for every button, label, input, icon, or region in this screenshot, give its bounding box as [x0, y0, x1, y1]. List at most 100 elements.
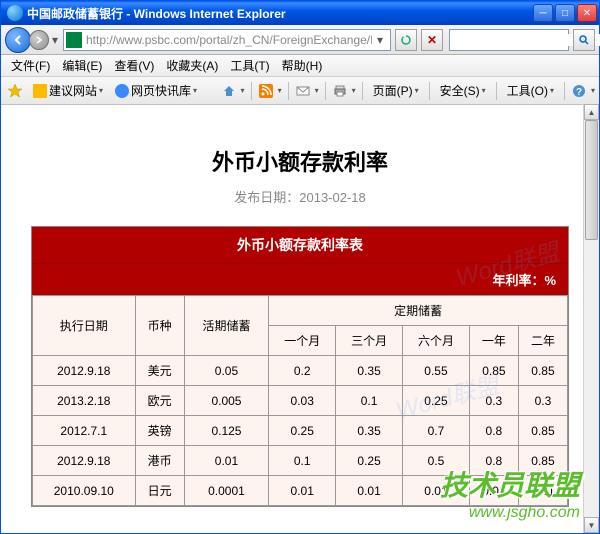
suggested-sites-link[interactable]: 建议网站 ▾	[29, 80, 107, 101]
safety-menu[interactable]: 安全(S) ▾	[436, 80, 490, 101]
table-cell: 0.125	[184, 416, 269, 446]
table-cell: 日元	[135, 476, 184, 506]
table-cell: 0.55	[403, 356, 470, 386]
rss-icon	[259, 84, 273, 98]
table-cell: 0.25	[269, 416, 336, 446]
table-cell: 0.05	[184, 356, 269, 386]
table-cell: 0.35	[336, 416, 403, 446]
table-cell: 美元	[135, 356, 184, 386]
refresh-button[interactable]	[395, 29, 417, 51]
home-button[interactable]	[221, 83, 237, 99]
url-input[interactable]	[86, 33, 372, 47]
table-cell: 港币	[135, 446, 184, 476]
web-slices-link[interactable]: 网页快讯库 ▾	[111, 80, 201, 101]
menu-file[interactable]: 文件(F)	[5, 55, 56, 76]
table-cell: 2012.9.18	[33, 356, 136, 386]
menu-tools[interactable]: 工具(T)	[224, 55, 275, 76]
menu-bar: 文件(F) 编辑(E) 查看(V) 收藏夹(A) 工具(T) 帮助(H)	[1, 55, 599, 77]
stop-icon: ✕	[427, 33, 437, 47]
arrow-left-icon	[12, 34, 24, 46]
help-icon: ?	[572, 84, 586, 98]
print-dropdown[interactable]: ▾	[352, 86, 356, 95]
footer-title: 技术员联盟	[440, 464, 580, 504]
table-cell: 0.7	[403, 416, 470, 446]
table-cell: 0.1	[269, 446, 336, 476]
table-cell: 0.85	[518, 416, 567, 446]
tools-menu-label: 工具(O)	[507, 82, 548, 99]
home-icon	[222, 84, 236, 98]
window-title: 中国邮政储蓄银行 - Windows Internet Explorer	[27, 5, 533, 22]
close-button[interactable]: ✕	[577, 4, 597, 22]
menu-view[interactable]: 查看(V)	[108, 55, 160, 76]
mail-button[interactable]	[295, 83, 311, 99]
favorites-toolbar: 建议网站 ▾ 网页快讯库 ▾ ▾ ▾ ▾ ▾ 页面(P) ▾	[1, 77, 599, 105]
scroll-down-button[interactable]: ▼	[584, 517, 599, 533]
table-cell: 0.85	[469, 356, 518, 386]
chevron-down-icon: ▾	[415, 86, 419, 95]
page-menu[interactable]: 页面(P) ▾	[369, 80, 423, 101]
star-icon	[7, 83, 23, 99]
scroll-thumb[interactable]	[585, 120, 598, 240]
table-cell: 0.25	[403, 386, 470, 416]
scroll-up-button[interactable]: ▲	[584, 104, 599, 120]
search-button[interactable]	[573, 29, 595, 51]
table-cell: 2012.9.18	[33, 446, 136, 476]
chevron-down-icon: ▾	[99, 86, 103, 95]
th-fixed: 定期储蓄	[269, 296, 568, 326]
table-cell: 0.25	[336, 446, 403, 476]
table-cell: 0.01	[184, 446, 269, 476]
table-cell: 0.3	[469, 386, 518, 416]
page-title: 外币小额存款利率	[31, 145, 569, 177]
url-field-container[interactable]: ▾	[63, 29, 391, 51]
minimize-button[interactable]: ─	[533, 4, 553, 22]
ie-icon	[7, 5, 23, 21]
table-cell: 0.01	[269, 476, 336, 506]
th-y2: 二年	[518, 326, 567, 356]
help-dropdown[interactable]: ▾	[591, 86, 595, 95]
th-y1: 一年	[469, 326, 518, 356]
table-cell: 0.2	[269, 356, 336, 386]
table-unit: 年利率：%	[32, 263, 568, 295]
table-cell: 0.3	[518, 386, 567, 416]
forward-button[interactable]	[29, 30, 49, 50]
web-slices-label: 网页快讯库	[131, 82, 191, 99]
home-dropdown[interactable]: ▾	[241, 86, 245, 95]
ie-small-icon	[115, 84, 129, 98]
menu-favorites[interactable]: 收藏夹(A)	[160, 55, 224, 76]
url-dropdown[interactable]: ▾	[372, 33, 388, 47]
mail-icon	[296, 84, 310, 98]
chevron-down-icon: ▾	[193, 86, 197, 95]
maximize-button[interactable]: □	[555, 4, 575, 22]
menu-edit[interactable]: 编辑(E)	[56, 55, 108, 76]
tools-menu[interactable]: 工具(O) ▾	[503, 80, 558, 101]
site-favicon	[66, 32, 82, 48]
table-cell: 0.8	[469, 416, 518, 446]
vertical-scrollbar[interactable]: ▲ ▼	[583, 104, 599, 533]
nav-history-dropdown[interactable]: ▾	[49, 30, 61, 50]
table-cell: 英镑	[135, 416, 184, 446]
ie-window: 中国邮政储蓄银行 - Windows Internet Explorer ─ □…	[0, 0, 600, 534]
print-button[interactable]	[332, 83, 348, 99]
th-m6: 六个月	[403, 326, 470, 356]
suggested-sites-label: 建议网站	[49, 82, 97, 99]
table-cell: 0.85	[518, 356, 567, 386]
chevron-down-icon: ▾	[550, 86, 554, 95]
table-cell: 0.01	[336, 476, 403, 506]
mail-dropdown[interactable]: ▾	[315, 86, 319, 95]
chevron-down-icon: ▾	[482, 86, 486, 95]
favorites-button[interactable]	[5, 81, 25, 101]
menu-help[interactable]: 帮助(H)	[276, 55, 329, 76]
back-button[interactable]	[5, 27, 31, 53]
table-cell: 0.1	[336, 386, 403, 416]
help-button[interactable]: ?	[571, 83, 587, 99]
table-cell: 欧元	[135, 386, 184, 416]
feeds-button[interactable]	[258, 83, 274, 99]
search-field-container[interactable]	[449, 29, 569, 51]
table-caption: 外币小额存款利率表	[32, 227, 568, 263]
footer-badge: 技术员联盟 www.jsgho.com	[440, 464, 580, 522]
footer-url: www.jsgho.com	[440, 504, 580, 522]
page-menu-label: 页面(P)	[373, 82, 413, 99]
stop-button[interactable]: ✕	[421, 29, 443, 51]
table-row: 2012.7.1英镑0.1250.250.350.70.80.85	[33, 416, 568, 446]
feeds-dropdown[interactable]: ▾	[278, 86, 282, 95]
